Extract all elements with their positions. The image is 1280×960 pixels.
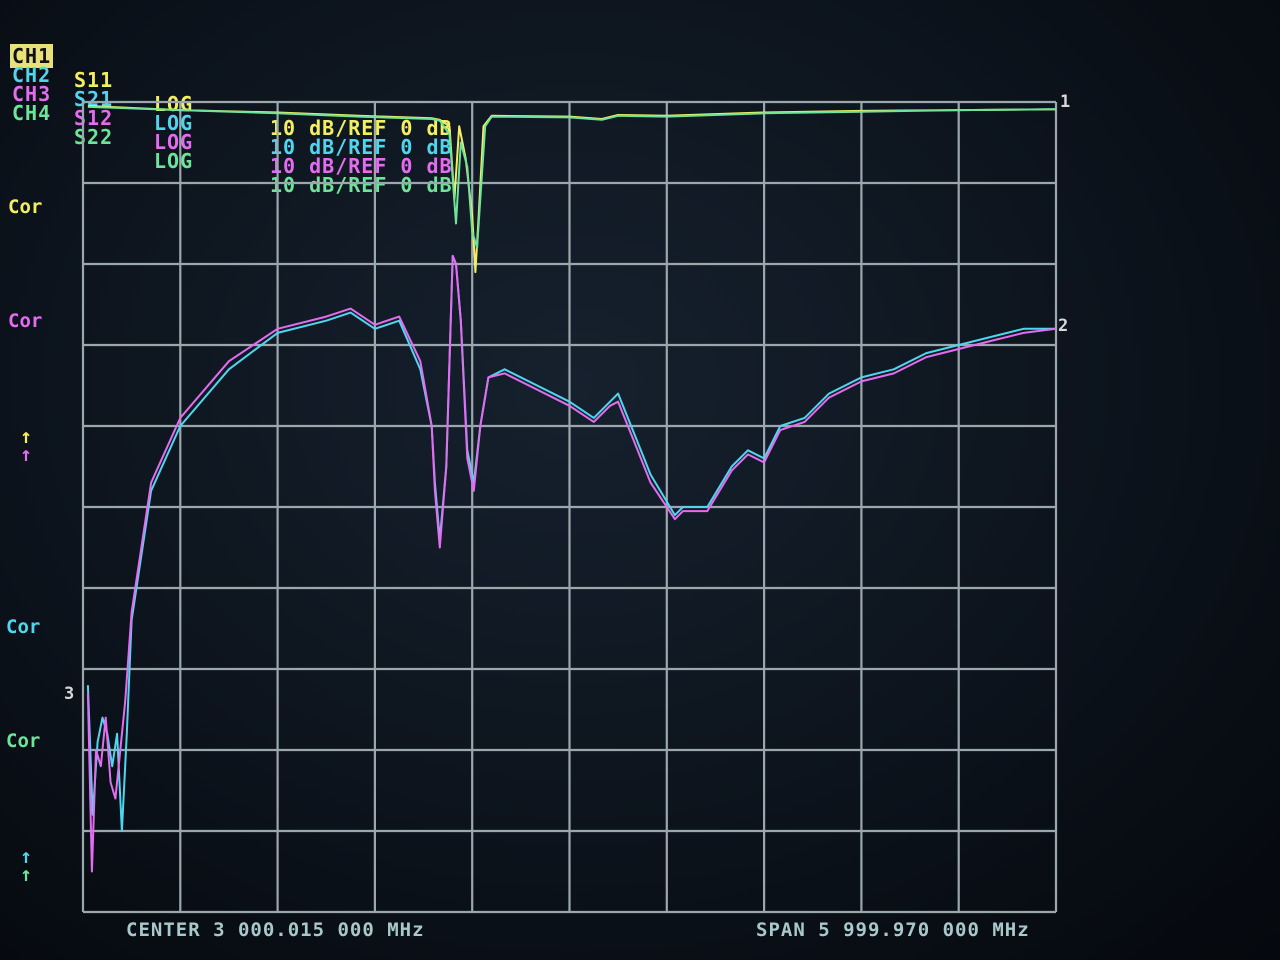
trace-group <box>86 105 1057 873</box>
trace-s21 <box>86 254 1056 832</box>
trace-s12 <box>86 254 1057 873</box>
vna-screen: CH1 S11 LOG 10 dB/REF 0 dB CH2 S21 LOG 1… <box>0 0 1280 960</box>
marker-2-label[interactable]: 2 <box>1058 316 1068 336</box>
trace-s11 <box>87 105 1057 274</box>
span-frequency[interactable]: SPAN 5 999.970 000 MHz <box>756 919 1030 941</box>
marker-3-label[interactable]: 3 <box>64 684 74 704</box>
graticule-grid <box>81 100 1058 914</box>
trace-s22 <box>87 105 1057 249</box>
trace-plot[interactable] <box>0 0 1280 960</box>
center-frequency[interactable]: CENTER 3 000.015 000 MHz <box>126 919 425 941</box>
marker-1-label[interactable]: 1 <box>1060 92 1070 112</box>
